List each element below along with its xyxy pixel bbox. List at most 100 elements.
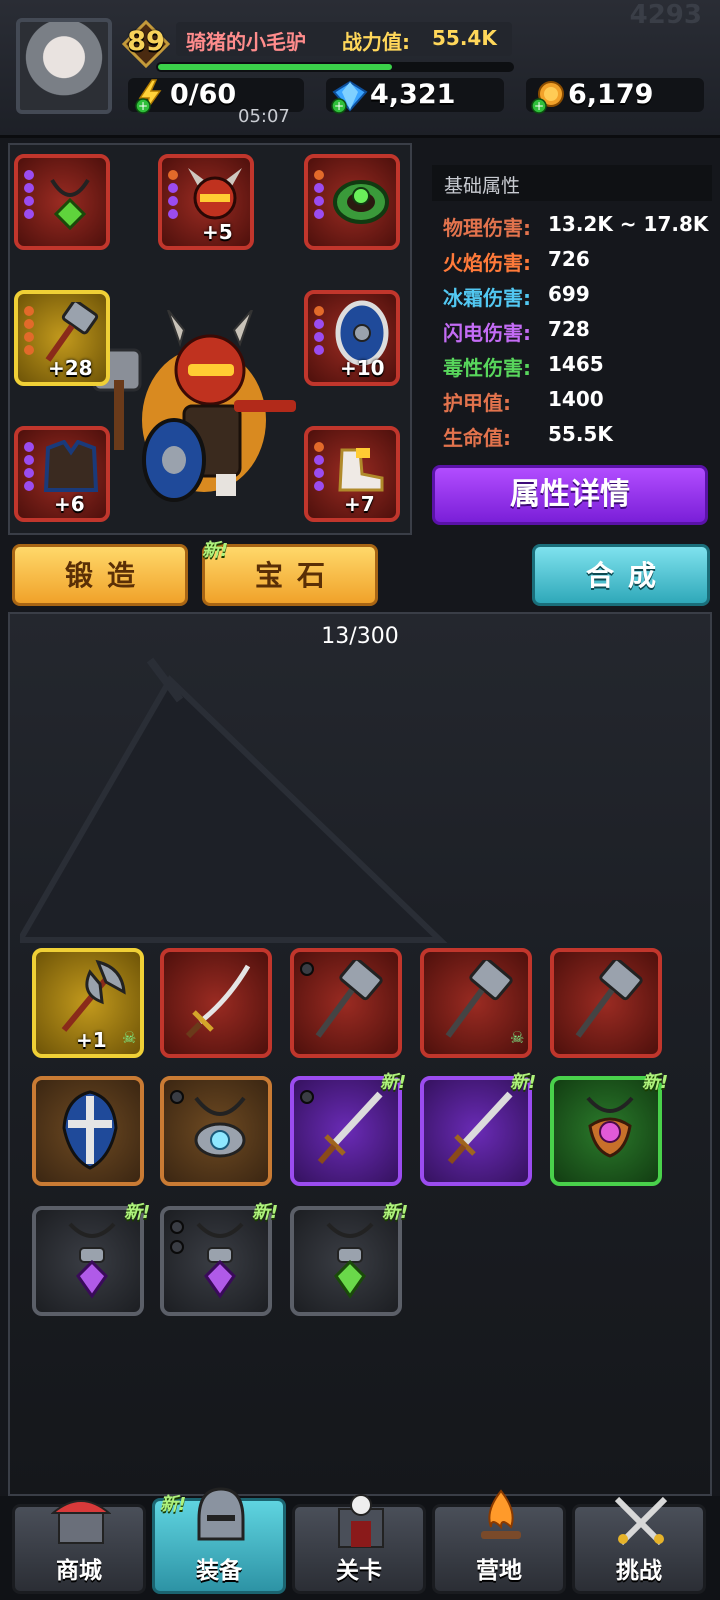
battle-axe-icon [61,959,126,1032]
gold-coin-icon: + [531,81,564,114]
avatar[interactable] [16,18,112,114]
boots-upgrade-level: +7 [344,492,375,516]
stats-header: 基础属性 [432,165,712,201]
socket-icon [170,1240,184,1254]
new-tag: 新! [642,1072,669,1093]
energy-value: 0/60 [170,79,237,110]
campfire-icon [481,1489,521,1539]
energy-timer: 05:07 [238,106,290,127]
equip-slot-ring[interactable] [304,154,400,250]
background-number: 4293 [629,0,702,30]
new-tag: 新! [124,1202,151,1223]
armor-icon [43,440,99,492]
green-pendant-icon [326,1222,374,1299]
equip-slot-weapon[interactable]: +28 [14,290,110,386]
diamond-value: 4,321 [370,79,456,110]
shield-upgrade-level: +10 [340,356,385,380]
stat-label: 冰霜伤害: [443,286,531,310]
hero-character [92,310,296,502]
new-tag: 新! [252,1202,279,1223]
boots-icon [338,448,384,492]
player-name: 骑猪的小毛驴 [186,30,306,54]
new-tag: 新! [380,1072,407,1093]
necklace-icon [50,178,90,231]
diamond-icon: + [331,80,368,114]
stat-label: 闪电伤害: [443,321,531,345]
nav-challenge[interactable]: 挑战 [572,1496,706,1594]
crossed-swords-icon [614,1496,668,1546]
gem-new-tag: 新! [202,540,229,561]
nav-challenge-label: 挑战 [616,1558,662,1584]
weapon-upgrade-level: +28 [48,356,93,380]
nav-equipment-label: 装备 [196,1558,242,1584]
stat-value: 699 [548,282,590,306]
equip-slot-armor[interactable]: +6 [14,426,110,522]
inventory-count: 13/300 [321,624,399,649]
energy-icon: + [135,79,162,114]
sword-icon [447,1091,513,1164]
helmet-upgrade-level: +5 [202,220,233,244]
equip-slot-necklace[interactable] [14,154,110,250]
equip-slot-shield[interactable]: +10 [304,290,400,386]
nav-equipment-new-tag: 新! [160,1494,187,1515]
cross-shield-icon [62,1090,118,1170]
level-value: 89 [127,26,165,57]
xp-bar-fill [158,64,392,70]
attribute-details-button[interactable]: 属性详情 [432,465,708,525]
equip-slot-boots[interactable]: +7 [304,426,400,522]
new-tag: 新! [382,1202,409,1223]
gold-value: 6,179 [568,79,654,110]
stat-label: 毒性伤害: [443,356,531,380]
stat-value: 728 [548,317,590,341]
nav-stage[interactable]: 关卡 [292,1494,426,1594]
stat-value: 55.5K [548,422,613,446]
stat-label: 火焰伤害: [443,251,531,275]
nav-camp[interactable]: 营地 [432,1489,566,1594]
nav-camp-label: 营地 [476,1558,522,1584]
synthesize-button[interactable]: 合成 [532,544,710,606]
skull-icon: ☠ [122,1028,137,1047]
stat-value: 13.2K ~ 17.8K [548,212,709,236]
level-badge: 89 [122,20,170,68]
purple-pendant-icon [68,1222,116,1299]
shop-icon [51,1500,111,1544]
inventory-item-amulet[interactable] [160,1076,272,1186]
hammer-icon [315,960,383,1038]
equip-slot-helmet[interactable]: +5 [158,154,254,250]
power-label: 战力值: [342,30,410,54]
nav-stage-label: 关卡 [336,1558,382,1584]
ring-icon [333,180,389,224]
stat-label: 物理伤害: [443,216,531,240]
inventory-item-hammer-3[interactable] [550,948,662,1058]
inventory-item-hammer-2[interactable]: ☠ [420,948,532,1058]
sword-icon [317,1091,383,1164]
curved-sword-icon [185,964,251,1039]
inventory-item-sword[interactable] [160,948,272,1058]
gem-button[interactable]: 宝石 [202,544,378,606]
socket-icon [170,1220,184,1234]
hammer-icon [45,302,99,362]
axe-upgrade-level: +1 [76,1028,107,1052]
horned-helmet-icon [188,168,242,220]
inventory-item-cross-shield[interactable] [32,1076,144,1186]
stat-label: 生命值: [443,426,511,450]
nav-shop-label: 商城 [56,1558,102,1584]
hammer-icon [575,960,643,1038]
skull-icon: ☠ [510,1028,525,1047]
power-value: 55.4K [432,26,497,50]
hammer-icon [445,960,513,1038]
nav-shop[interactable]: 商城 [12,1500,146,1594]
stat-value: 1400 [548,387,604,411]
stats-header-title: 基础属性 [444,175,521,197]
skull-gate-icon [338,1494,384,1548]
forge-button[interactable]: 锻造 [12,544,188,606]
helmet-icon [197,1487,245,1541]
stat-value: 1465 [548,352,604,376]
inventory-item-battle-axe[interactable]: +1 ☠ [32,948,144,1058]
armor-upgrade-level: +6 [54,492,85,516]
stat-label: 护甲值: [443,391,511,415]
amulet-icon [194,1096,246,1158]
gem-amulet-icon [586,1096,634,1158]
new-tag: 新! [510,1072,537,1093]
inventory-item-hammer-1[interactable] [290,948,402,1058]
